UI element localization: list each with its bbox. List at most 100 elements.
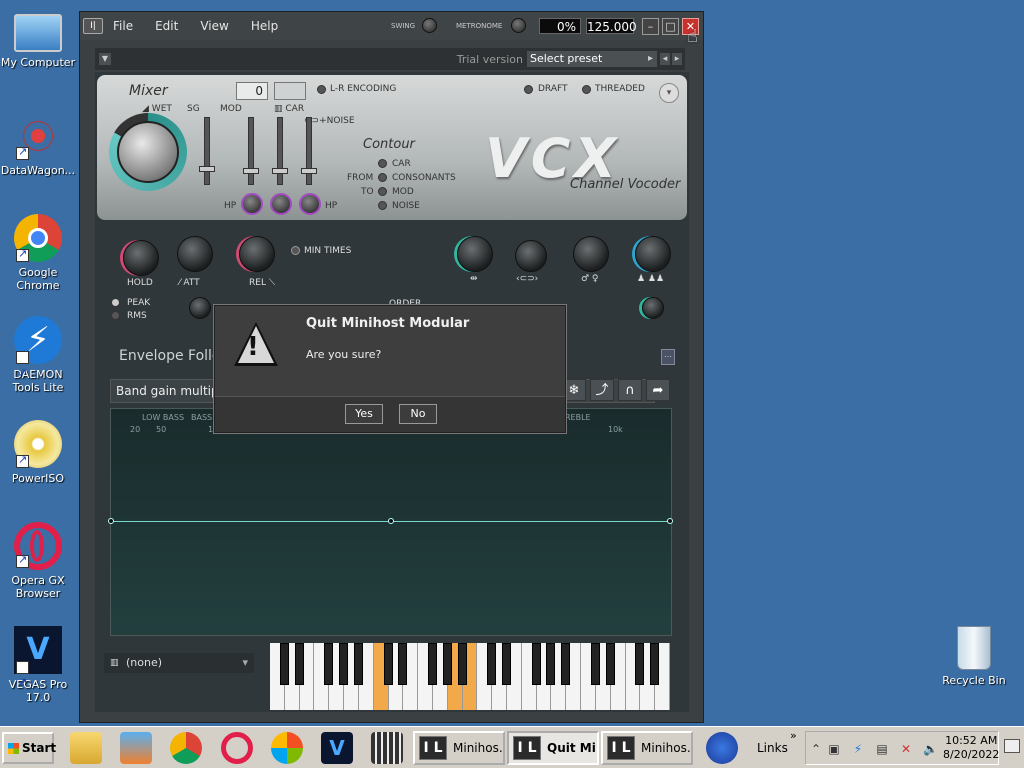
band-gain-graph[interactable]: LOW BASS BASS REBLE 20 50 1 10k — [108, 408, 673, 636]
att-knob[interactable] — [177, 236, 213, 272]
desktop-icon-chrome[interactable]: Google Chrome — [0, 214, 76, 292]
piano-keyboard[interactable] — [270, 643, 670, 710]
value-box-2[interactable] — [274, 82, 306, 100]
system-clock[interactable]: 10:52 AM 8/20/2022 — [943, 734, 999, 762]
curve-tool-icon[interactable]: ⤴ — [590, 379, 614, 401]
taskbar-item-minihost-1[interactable]: I L Minihos... — [413, 731, 505, 765]
swing-knob[interactable] — [422, 18, 437, 33]
menu-help[interactable]: Help — [251, 19, 278, 33]
car-slider[interactable] — [272, 117, 288, 185]
no-button[interactable]: No — [399, 404, 437, 424]
yes-button[interactable]: Yes — [345, 404, 383, 424]
piano-black-key[interactable] — [546, 643, 556, 685]
piano-black-key[interactable] — [279, 643, 289, 685]
piano-black-key[interactable] — [487, 643, 497, 685]
contour-noise-radio[interactable] — [378, 201, 387, 210]
vegas-pro-taskbar-icon[interactable]: V — [321, 732, 353, 764]
tray-security-icon[interactable]: ✕ — [899, 742, 913, 756]
start-button[interactable]: Start — [2, 732, 56, 764]
sg-slider[interactable] — [199, 117, 215, 185]
tray-volume-icon[interactable]: 🔈 — [923, 742, 938, 756]
piano-black-key[interactable] — [605, 643, 615, 685]
width-knob[interactable] — [642, 297, 664, 319]
piano-black-key[interactable] — [324, 643, 334, 685]
contour-consonants-radio[interactable] — [378, 173, 387, 182]
car-hp-knob[interactable] — [270, 193, 292, 215]
piano-black-key[interactable] — [650, 643, 660, 685]
maximize-button[interactable]: □ — [662, 18, 679, 35]
threaded-radio[interactable] — [582, 85, 591, 94]
piano-black-key[interactable] — [442, 643, 452, 685]
draft-radio[interactable] — [524, 85, 533, 94]
piano-black-key[interactable] — [502, 643, 512, 685]
envelope-small-knob[interactable] — [189, 297, 211, 319]
menu-edit[interactable]: Edit — [155, 19, 178, 33]
plugin-menu-arrow-icon[interactable]: ▼ — [99, 53, 111, 65]
noise-slider[interactable] — [301, 117, 317, 185]
desktop-icon-datawagon[interactable]: DataWagon... — [0, 112, 76, 177]
desktop-icon-my-computer[interactable]: My Computer — [0, 10, 76, 69]
film-icon[interactable] — [371, 732, 403, 764]
keyboard-preset-selector[interactable]: (none) — [104, 653, 254, 673]
mod-slider[interactable] — [243, 117, 259, 185]
piano-black-key[interactable] — [339, 643, 349, 685]
menu-file[interactable]: File — [113, 19, 133, 33]
piano-black-key[interactable] — [353, 643, 363, 685]
previous-preset-icon[interactable]: ◂ — [660, 53, 670, 65]
tempo-field[interactable]: 125.000 — [586, 18, 637, 34]
media-player-icon[interactable] — [120, 732, 152, 764]
piano-black-key[interactable] — [294, 643, 304, 685]
mod-hp-knob[interactable] — [241, 193, 263, 215]
rms-radio[interactable] — [111, 311, 120, 320]
headphones-icon[interactable] — [706, 732, 738, 764]
stereo-knob[interactable] — [515, 240, 547, 272]
envelope-more-button[interactable]: … — [661, 349, 675, 365]
piano-black-key[interactable] — [531, 643, 541, 685]
piano-black-key[interactable] — [561, 643, 571, 685]
lr-encoding-radio[interactable] — [317, 85, 326, 94]
curve-point-mid[interactable] — [388, 518, 394, 524]
taskbar-item-minihost-2[interactable]: I L Minihos... — [601, 731, 693, 765]
noise-hp-knob[interactable] — [299, 193, 321, 215]
piano-black-key[interactable] — [635, 643, 645, 685]
voices-knob[interactable] — [635, 236, 671, 272]
piano-black-key[interactable] — [398, 643, 408, 685]
value-box[interactable]: 0 — [236, 82, 268, 100]
magnet-icon[interactable]: ∩ — [618, 379, 642, 401]
windows-orb-icon[interactable] — [271, 732, 303, 764]
curve-point-left[interactable] — [108, 518, 114, 524]
file-explorer-icon[interactable] — [70, 732, 102, 764]
options-menu-icon[interactable]: ▾ — [659, 83, 679, 103]
tray-expand-icon[interactable]: ⌃ — [809, 742, 823, 756]
desktop-icon-daemon-tools[interactable]: ⚡ DAEMON Tools Lite — [0, 316, 76, 397]
links-toolbar[interactable]: Links — [757, 741, 788, 755]
menu-view[interactable]: View — [200, 19, 228, 33]
tray-notes-icon[interactable]: ▣ — [827, 742, 841, 756]
curve-point-right[interactable] — [667, 518, 673, 524]
preset-selector[interactable]: Select preset — [527, 51, 657, 67]
tray-daemon-icon[interactable]: ⚡ — [851, 742, 865, 756]
piano-black-key[interactable] — [590, 643, 600, 685]
desktop-icon-opera-gx[interactable]: Opera GX Browser — [0, 522, 76, 600]
formant-knob[interactable] — [457, 236, 493, 272]
next-preset-icon[interactable]: ▸ — [672, 53, 682, 65]
minimize-button[interactable]: – — [642, 18, 659, 35]
taskbar-item-quit-dialog[interactable]: I LQuit Mi... — [507, 731, 599, 765]
show-desktop-icon[interactable] — [1004, 739, 1020, 753]
opera-gx-taskbar-icon[interactable] — [221, 732, 253, 764]
desktop-icon-recycle-bin[interactable]: Recycle Bin — [936, 626, 1012, 687]
metronome-knob[interactable] — [511, 18, 526, 33]
tray-network-icon[interactable]: ▤ — [875, 742, 889, 756]
desktop-icon-poweriso[interactable]: PowerISO — [0, 420, 76, 485]
rel-knob[interactable] — [239, 236, 275, 272]
hold-knob[interactable] — [123, 240, 159, 276]
piano-black-key[interactable] — [427, 643, 437, 685]
contour-car-radio[interactable] — [378, 159, 387, 168]
piano-black-key[interactable] — [383, 643, 393, 685]
peak-radio[interactable] — [111, 298, 120, 307]
wet-knob[interactable] — [109, 113, 187, 191]
min-times-radio[interactable] — [291, 246, 300, 255]
piano-black-key[interactable] — [457, 643, 467, 685]
chrome-taskbar-icon[interactable] — [170, 732, 202, 764]
desktop-icon-vegas-pro[interactable]: V VEGAS Pro 17.0 — [0, 626, 76, 707]
